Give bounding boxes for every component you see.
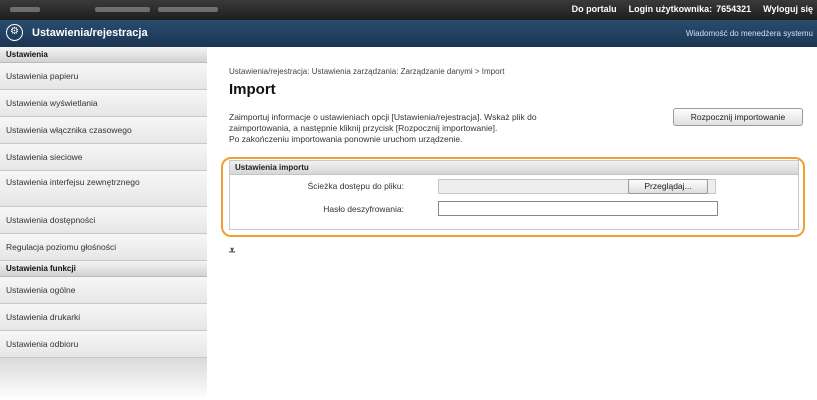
sidebar-item-printer[interactable]: Ustawienia drukarki [0, 304, 207, 331]
login-label: Login użytkownika: [628, 4, 713, 14]
sidebar-item-display[interactable]: Ustawienia wyświetlania [0, 90, 207, 117]
title-bar: ⚙ Ustawienia/rejestracja Wiadomość do me… [0, 20, 817, 47]
sidebar-section-functions: Ustawienia funkcji [0, 261, 207, 277]
start-import-button[interactable]: Rozpocznij importowanie [673, 108, 803, 126]
top-bar: Do portalu Login użytkownika: 7654321 Wy… [0, 0, 817, 20]
blurred-device-model [158, 7, 218, 12]
sidebar-item-general[interactable]: Ustawienia ogólne [0, 277, 207, 304]
gear-settings-icon: ⚙ [6, 24, 23, 41]
sidebar-item-receive[interactable]: Ustawienia odbioru [0, 331, 207, 358]
highlight-frame [221, 157, 805, 237]
sidebar: Ustawienia Ustawienia papieru Ustawienia… [0, 47, 207, 400]
sidebar-item-accessibility[interactable]: Ustawienia dostępności [0, 207, 207, 234]
sidebar-item-timer[interactable]: Ustawienia włącznika czasowego [0, 117, 207, 144]
sidebar-fade [0, 360, 207, 400]
sidebar-item-external-interface[interactable]: Ustawienia interfejsu zewnętrznego [0, 171, 207, 207]
blurred-device-name [10, 7, 40, 12]
breadcrumb: Ustawienia/rejestracja: Ustawienia zarzą… [229, 67, 505, 76]
login-info: Login użytkownika: 7654321 [629, 4, 752, 14]
description-line: Zaimportuj informacje o ustawieniach opc… [229, 112, 537, 122]
scroll-to-top-icon[interactable]: ⩡ [229, 245, 235, 258]
sidebar-item-volume[interactable]: Regulacja poziomu głośności [0, 234, 207, 261]
sidebar-section-settings: Ustawienia [0, 47, 207, 63]
sidebar-item-network[interactable]: Ustawienia sieciowe [0, 144, 207, 171]
login-value: 7654321 [716, 4, 752, 14]
sidebar-item-paper[interactable]: Ustawienia papieru [0, 63, 207, 90]
logout-link[interactable]: Wyloguj się [763, 4, 813, 14]
admin-message-link[interactable]: Wiadomość do menedżera systemu [686, 29, 813, 38]
page-title: Import [229, 81, 276, 98]
description-line: Po zakończeniu importowania ponownie uru… [229, 134, 463, 144]
description-line: zaimportowania, a następnie kliknij przy… [229, 123, 498, 133]
main-content: Ustawienia/rejestracja: Ustawienia zarzą… [207, 47, 817, 400]
blurred-device-info [95, 7, 150, 12]
app-title: Ustawienia/rejestracja [32, 27, 148, 39]
portal-link[interactable]: Do portalu [572, 4, 617, 14]
page-description: Zaimportuj informacje o ustawieniach opc… [229, 112, 649, 145]
top-links: Do portalu Login użytkownika: 7654321 Wy… [572, 4, 813, 14]
